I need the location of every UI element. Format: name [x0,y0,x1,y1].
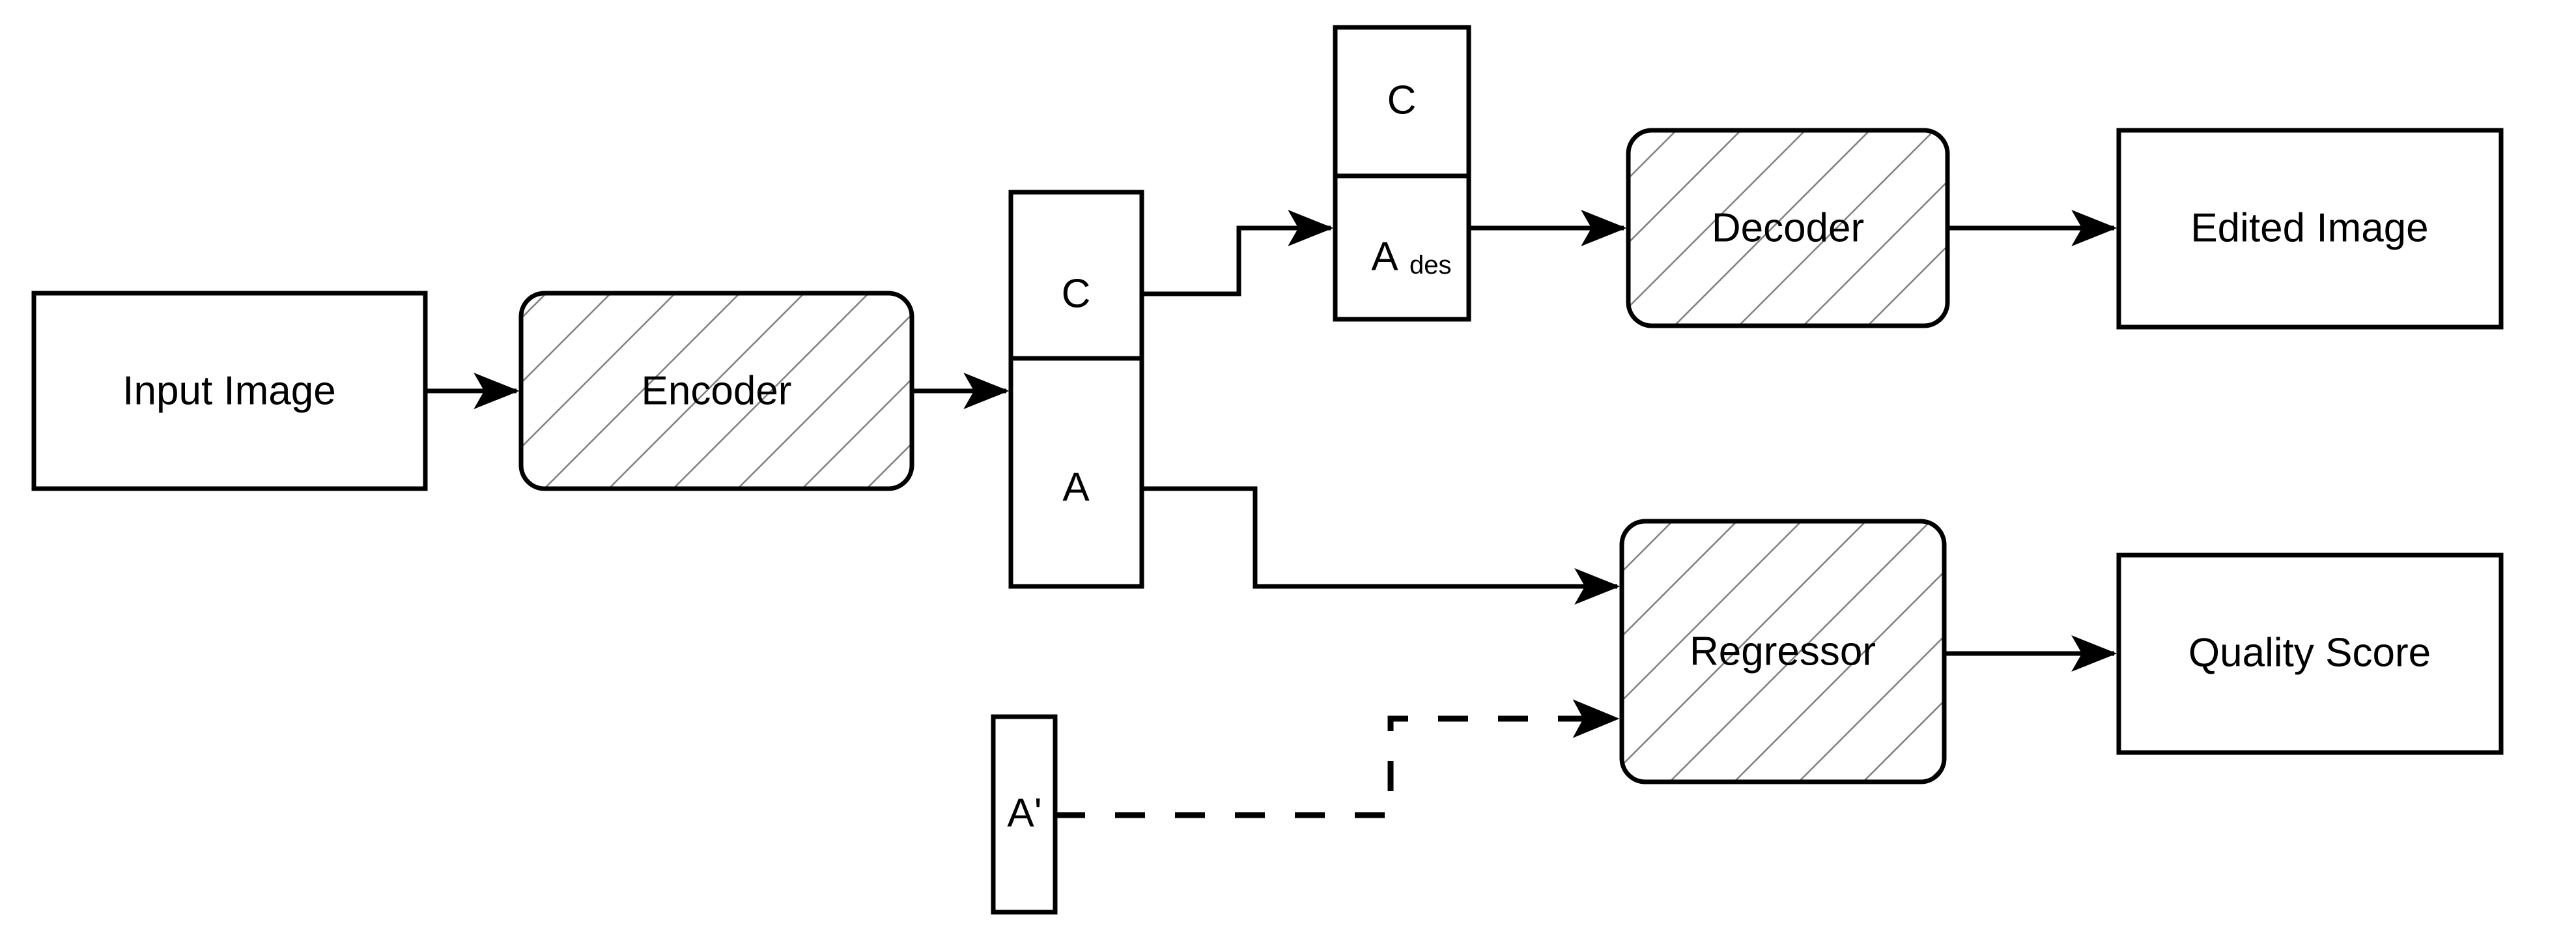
latent-stack-box [1008,190,1144,589]
target-ades-subscript: des [1409,251,1452,280]
node-quality-score[interactable]: Quality Score [2116,553,2504,755]
edge-latenta-to-regressor [1142,486,1621,605]
input-image-label: Input Image [122,368,335,413]
quality-score-label: Quality Score [2188,630,2431,675]
reference-a-prime-label: A' [1007,790,1041,835]
pipeline-diagram: Input Image Encoder C A C A des Decoder [31,25,2504,915]
node-input-image[interactable]: Input Image [31,291,428,491]
target-ades-label: A [1371,234,1398,279]
edge-latentc-to-targetc [1142,210,1334,296]
node-regressor[interactable]: Regressor [1619,519,1947,784]
diagram-canvas: Input Image Encoder C A C A des Decoder [0,0,2576,948]
regressor-label: Regressor [1690,629,1876,674]
node-target-stack[interactable]: C A des [1333,25,1471,322]
node-encoder[interactable]: Encoder [518,291,914,491]
target-c-label: C [1387,78,1417,122]
node-latent-stack[interactable]: C A [1008,190,1144,589]
latent-c-label: C [1062,271,1091,316]
latent-a-label: A [1062,465,1090,510]
node-edited-image[interactable]: Edited Image [2116,128,2504,330]
node-reference-a-prime[interactable]: A' [991,714,1058,915]
encoder-label: Encoder [642,368,792,413]
decoder-label: Decoder [1712,205,1864,250]
edge-aprime-to-regressor [1055,699,1620,818]
edited-image-label: Edited Image [2190,205,2428,250]
node-decoder[interactable]: Decoder [1626,128,1950,328]
